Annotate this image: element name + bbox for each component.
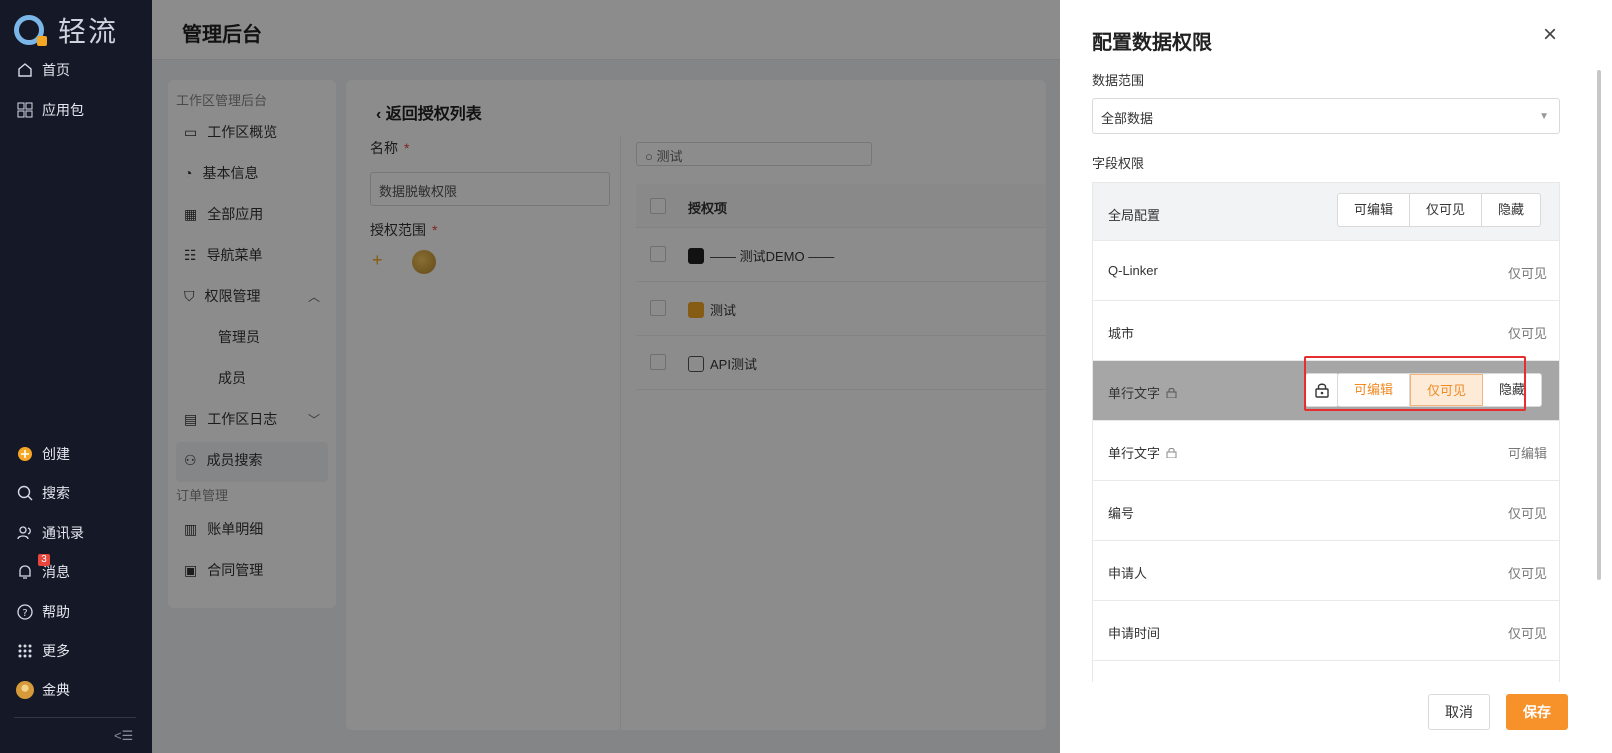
field-name: 申请时间 [1108, 626, 1161, 641]
option-editable[interactable]: 可编辑 [1338, 194, 1411, 226]
config-drawer: 配置数据权限 × 数据范围 全部数据 ▼ 字段权限 全局配置 可编辑 仅可见 隐… [1060, 0, 1612, 753]
drawer-title: 配置数据权限 [1092, 32, 1212, 54]
field-permission-value: 仅可见 [1507, 626, 1547, 641]
global-config-row: 全局配置 可编辑 仅可见 隐藏 [1093, 183, 1559, 241]
field-permission-value: 仅可见 [1507, 266, 1547, 281]
option-view-only[interactable]: 仅可见 [1410, 194, 1483, 226]
field-row[interactable]: Q-Linker 仅可见 [1093, 241, 1559, 301]
field-permission-value: 仅可见 [1507, 326, 1547, 341]
option-hidden[interactable]: 隐藏 [1482, 194, 1540, 226]
close-icon[interactable]: × [1538, 23, 1562, 48]
field-row[interactable]: 申请人 仅可见 [1093, 541, 1559, 601]
drawer-scrollbar[interactable] [1597, 70, 1601, 580]
field-row[interactable]: 单行文字 可编辑 [1093, 421, 1559, 481]
data-scope-select[interactable]: 全部数据 ▼ [1092, 98, 1560, 134]
field-permission-value: 可编辑 [1507, 446, 1547, 461]
field-name: 单行文字 [1108, 386, 1161, 401]
option-hidden[interactable]: 隐藏 [1483, 374, 1541, 406]
save-button[interactable]: 保存 [1506, 694, 1568, 730]
lock-icon [1166, 388, 1177, 398]
option-editable[interactable]: 可编辑 [1338, 374, 1411, 406]
lock-toggle-button[interactable] [1305, 373, 1339, 407]
field-permission-value: 仅可见 [1507, 506, 1547, 521]
global-config-label: 全局配置 [1108, 208, 1161, 223]
data-scope-label: 数据范围 [1092, 73, 1145, 88]
lock-icon [1315, 383, 1329, 398]
modal-backdrop[interactable] [152, 0, 1060, 753]
cancel-button[interactable]: 取消 [1428, 694, 1490, 730]
field-permission-value: 仅可见 [1507, 566, 1547, 581]
lock-icon [1166, 448, 1177, 458]
field-name: 编号 [1108, 506, 1135, 521]
field-name: 城市 [1108, 326, 1135, 341]
field-name: 单行文字 [1108, 446, 1161, 461]
field-name: Q-Linker [1108, 263, 1158, 278]
field-perm-label: 字段权限 [1092, 156, 1145, 171]
field-row-hovered[interactable]: 单行文字 可编辑 仅可见 隐藏 [1093, 361, 1559, 421]
field-permission-toggle: 可编辑 仅可见 隐藏 [1337, 373, 1543, 407]
field-row[interactable]: 城市 仅可见 [1093, 301, 1559, 361]
field-row[interactable]: 申请时间 仅可见 [1093, 601, 1559, 661]
caret-down-icon: ▼ [1539, 111, 1549, 122]
global-permission-toggle: 可编辑 仅可见 隐藏 [1337, 193, 1542, 227]
nav-backdrop [0, 0, 152, 753]
option-view-only[interactable]: 仅可见 [1410, 374, 1484, 406]
data-scope-value: 全部数据 [1101, 111, 1154, 126]
field-row[interactable]: 编号 仅可见 [1093, 481, 1559, 541]
field-name: 申请人 [1108, 566, 1148, 581]
field-permission-list: 全局配置 可编辑 仅可见 隐藏 Q-Linker 仅可见 城市 仅可见 单行文字… [1092, 182, 1560, 682]
